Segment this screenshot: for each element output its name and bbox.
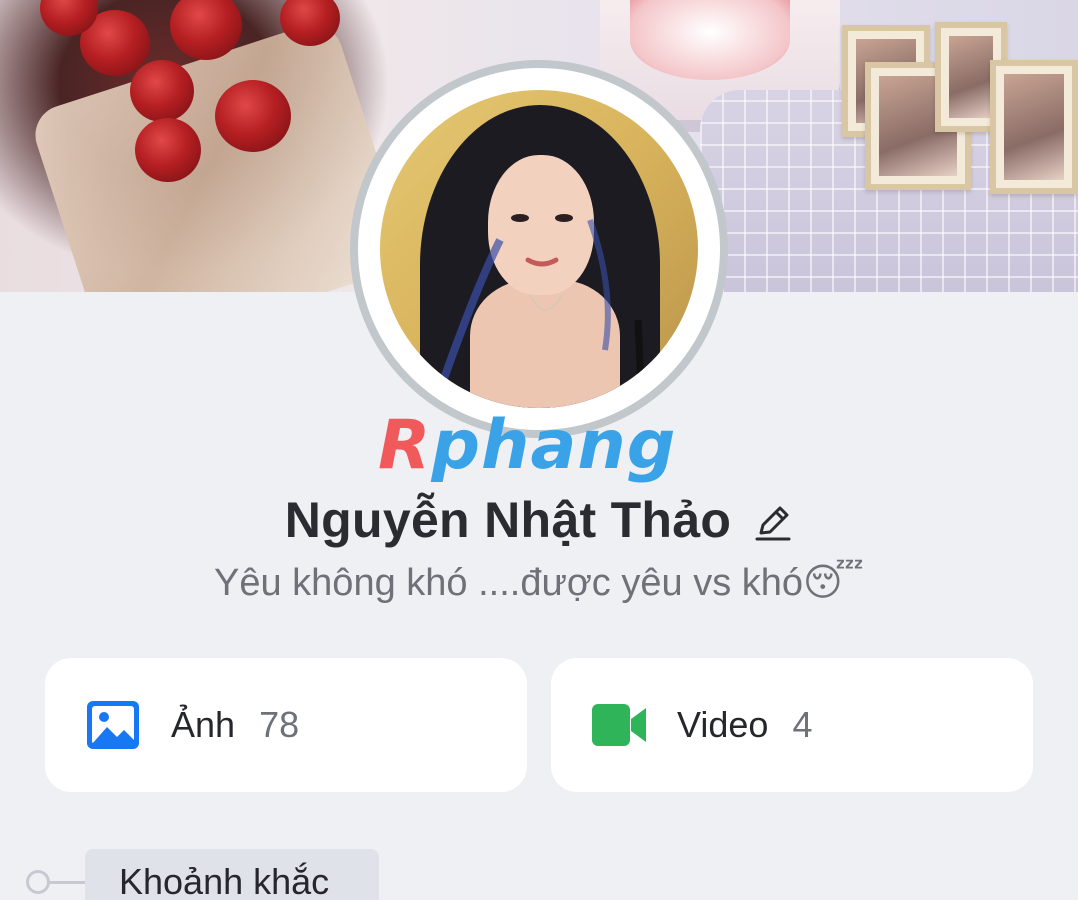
photos-label: Ảnh bbox=[171, 704, 236, 745]
photos-count: 78 bbox=[259, 704, 300, 745]
avatar-ring[interactable] bbox=[350, 60, 728, 438]
timeline-connector bbox=[50, 881, 86, 884]
video-camera-icon bbox=[591, 699, 647, 751]
watermark-logo: Rphang bbox=[378, 405, 708, 487]
pencil-icon[interactable] bbox=[753, 503, 793, 543]
name-row: Nguyễn Nhật Thảo bbox=[0, 488, 1078, 552]
moments-section-tag[interactable]: Khoảnh khắc bbox=[85, 849, 379, 900]
photo-frame-shape bbox=[990, 60, 1078, 194]
watermark-rest: phang bbox=[431, 406, 677, 485]
videos-card[interactable]: Video 4 bbox=[551, 658, 1033, 792]
profile-bio[interactable]: Yêu không khó ....được yêu vs khó😴 bbox=[0, 560, 1078, 605]
watermark-first-letter: R bbox=[378, 406, 432, 485]
videos-count: 4 bbox=[792, 704, 813, 745]
profile-page: Rphang Nguyễn Nhật Thảo Yêu không khó ..… bbox=[0, 0, 1078, 900]
rose-shape bbox=[135, 118, 201, 182]
timeline-dot bbox=[26, 870, 50, 894]
cake-top-shape bbox=[630, 0, 790, 80]
rose-shape bbox=[130, 60, 194, 122]
videos-label: Video bbox=[677, 704, 769, 745]
avatar[interactable] bbox=[380, 90, 698, 408]
avatar-details bbox=[436, 214, 646, 408]
image-icon bbox=[85, 699, 141, 751]
photos-card[interactable]: Ảnh 78 bbox=[45, 658, 527, 792]
rose-shape bbox=[215, 80, 291, 152]
profile-name: Nguyễn Nhật Thảo bbox=[284, 492, 732, 548]
